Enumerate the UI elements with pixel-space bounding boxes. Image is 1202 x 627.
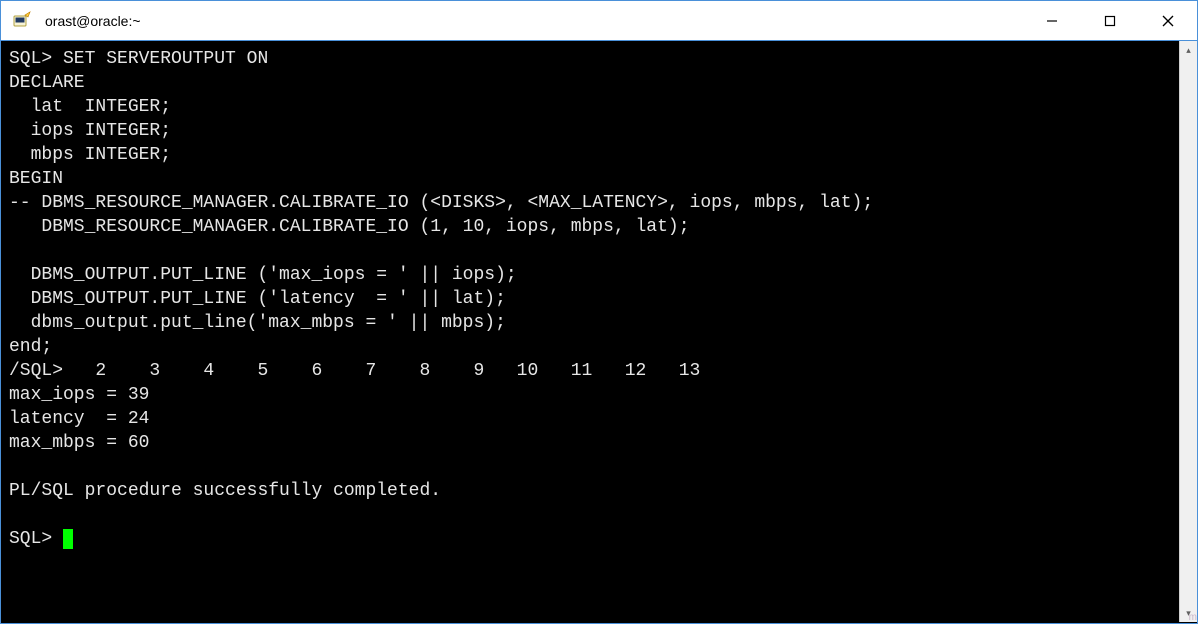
titlebar[interactable]: orast@oracle:~ [1, 1, 1197, 41]
terminal-area[interactable]: SQL> SET SERVEROUTPUT ON DECLARE lat INT… [1, 41, 1197, 623]
cursor [63, 529, 73, 549]
putty-window: orast@oracle:~ SQL> SET SERVEROUTPUT ON … [0, 0, 1198, 624]
scrollbar[interactable]: ▴ ▾ [1179, 41, 1197, 622]
window-title: orast@oracle:~ [43, 13, 1023, 29]
scroll-thumb-area[interactable] [1180, 59, 1197, 604]
maximize-button[interactable] [1081, 1, 1139, 40]
watermark: m [1189, 612, 1197, 623]
close-button[interactable] [1139, 1, 1197, 40]
window-controls [1023, 1, 1197, 40]
scroll-up-arrow[interactable]: ▴ [1180, 41, 1197, 59]
minimize-button[interactable] [1023, 1, 1081, 40]
app-icon [1, 11, 43, 31]
